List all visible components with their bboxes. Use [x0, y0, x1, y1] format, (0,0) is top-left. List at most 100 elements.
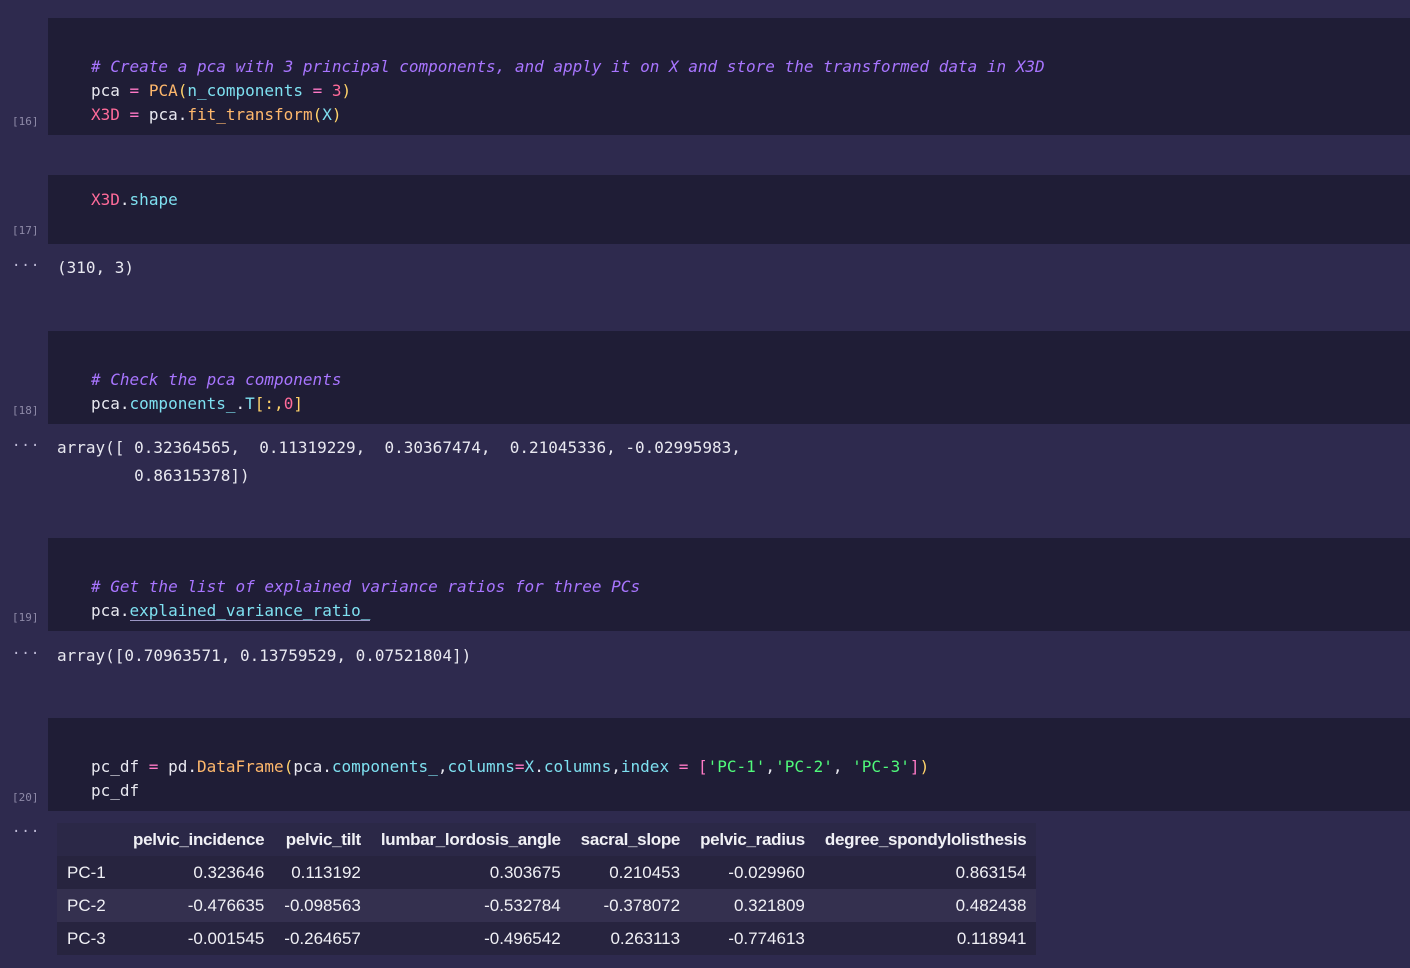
table-cell: 0.321809 [690, 889, 815, 922]
code-token: ( [312, 105, 323, 124]
output-ellipsis-button[interactable]: ··· [12, 646, 40, 662]
execution-count: [18] [12, 404, 39, 417]
code-token: pca [91, 81, 120, 100]
code-token: index [620, 757, 670, 776]
table-cell: 0.210453 [570, 856, 691, 889]
code-token: 'PC-1' [707, 757, 766, 776]
output-line: 0.86315378]) [57, 466, 250, 485]
code-token: [ [697, 757, 708, 776]
execution-count: [16] [12, 115, 39, 128]
code-token: , [611, 757, 621, 776]
table-index-cell: PC-2 [57, 889, 123, 922]
cell-output: array([ 0.32364565, 0.11319229, 0.303674… [57, 434, 741, 490]
execution-count: [20] [12, 791, 39, 804]
table-cell: -0.264657 [274, 922, 371, 955]
code-token: . [235, 394, 246, 413]
table-cell: -0.378072 [570, 889, 691, 922]
code-token: T [245, 394, 255, 413]
code-token: pc_df [91, 757, 140, 776]
code-token: n_components [187, 81, 303, 100]
output-ellipsis-button[interactable]: ··· [12, 258, 40, 274]
code-cell-20[interactable]: pc_df = pd.DataFrame(pca.components_,col… [48, 718, 1410, 811]
code-token: = [514, 757, 525, 776]
code-token: 3 [331, 81, 342, 100]
code-cell-18[interactable]: # Check the pca components pca.component… [48, 331, 1410, 424]
code-token: explained_variance_ratio_ [129, 601, 371, 621]
code-cell-17[interactable]: X3D.shape [48, 175, 1410, 244]
code-token: = [119, 105, 149, 124]
code-token: . [119, 190, 130, 209]
cell-output: array([0.70963571, 0.13759529, 0.0752180… [57, 646, 472, 665]
table-header-cell: lumbar_lordosis_angle [370, 823, 571, 856]
code-token: 'PC-2' [775, 757, 833, 776]
code-cell-16[interactable]: # Create a pca with 3 principal componen… [48, 18, 1410, 135]
code-token: shape [129, 190, 178, 209]
table-header-cell: sacral_slope [570, 823, 691, 856]
execution-count: [17] [12, 224, 39, 237]
code-editor[interactable]: X3D.shape [91, 188, 178, 212]
table-header-cell: pelvic_radius [690, 823, 815, 856]
code-editor[interactable]: # Create a pca with 3 principal componen… [91, 31, 1045, 127]
output-line: array([ 0.32364565, 0.11319229, 0.303674… [57, 438, 741, 457]
code-token: pc_df [91, 781, 140, 800]
code-editor[interactable]: # Get the list of explained variance rat… [91, 551, 640, 623]
code-token: pd. [168, 757, 197, 776]
execution-count: [19] [12, 611, 39, 624]
code-token: 0 [283, 394, 294, 413]
code-token: X3D [91, 190, 120, 209]
table-header-cell [57, 823, 123, 856]
code-token: components_ [129, 394, 236, 413]
cell-output: (310, 3) [57, 258, 135, 277]
code-token: , [765, 757, 776, 776]
code-comment: # Create a pca with 3 principal componen… [91, 57, 1045, 76]
table-cell: -0.496542 [370, 922, 571, 955]
table-row: PC-3 -0.001545 -0.264657 -0.496542 0.263… [57, 922, 1037, 955]
code-token: pca. [91, 394, 130, 413]
table-cell: 0.303675 [370, 856, 571, 889]
dataframe-table: pelvic_incidence pelvic_tilt lumbar_lord… [57, 823, 1037, 955]
table-cell: 0.118941 [814, 922, 1037, 955]
code-token: = [669, 757, 698, 776]
table-header-row: pelvic_incidence pelvic_tilt lumbar_lord… [57, 823, 1037, 856]
output-ellipsis-button[interactable]: ··· [12, 438, 40, 454]
table-index-cell: PC-3 [57, 922, 123, 955]
code-token: components_ [331, 757, 438, 776]
code-token: ) [331, 105, 342, 124]
code-token: DataFrame [196, 757, 284, 776]
table-header-cell: pelvic_incidence [123, 823, 275, 856]
code-token: PCA [148, 81, 178, 100]
code-token: . [534, 757, 544, 776]
code-token: X [322, 105, 332, 124]
code-token: 'PC-3' [852, 757, 910, 776]
code-token: [:, [254, 394, 284, 413]
table-cell: -0.029960 [690, 856, 815, 889]
code-token: = [302, 81, 332, 100]
code-token: pca. [91, 601, 130, 620]
code-token: = [119, 81, 149, 100]
table-index-cell: PC-1 [57, 856, 123, 889]
table-row: PC-2 -0.476635 -0.098563 -0.532784 -0.37… [57, 889, 1037, 922]
code-editor[interactable]: # Check the pca components pca.component… [91, 344, 341, 416]
code-token: ( [177, 81, 188, 100]
code-cell-19[interactable]: # Get the list of explained variance rat… [48, 538, 1410, 631]
table-cell: 0.482438 [814, 889, 1037, 922]
code-token: pca. [293, 757, 332, 776]
code-token: = [139, 757, 169, 776]
table-cell: -0.098563 [274, 889, 371, 922]
code-token: ] [909, 757, 920, 776]
code-editor[interactable]: pc_df = pd.DataFrame(pca.components_,col… [91, 731, 929, 803]
table-header-cell: pelvic_tilt [274, 823, 371, 856]
table-row: PC-1 0.323646 0.113192 0.303675 0.210453… [57, 856, 1037, 889]
table-cell: 0.263113 [570, 922, 691, 955]
code-token: ] [293, 394, 303, 413]
code-token: columns [447, 757, 515, 776]
code-comment: # Check the pca components [91, 370, 342, 389]
table-cell: -0.532784 [370, 889, 571, 922]
code-token: X [524, 757, 535, 776]
table-cell: 0.863154 [814, 856, 1037, 889]
table-cell: -0.476635 [123, 889, 275, 922]
output-ellipsis-button[interactable]: ··· [12, 824, 40, 840]
code-token: X3D [91, 105, 120, 124]
code-comment: # Get the list of explained variance rat… [91, 577, 641, 596]
code-token: fit_transform [187, 105, 313, 124]
